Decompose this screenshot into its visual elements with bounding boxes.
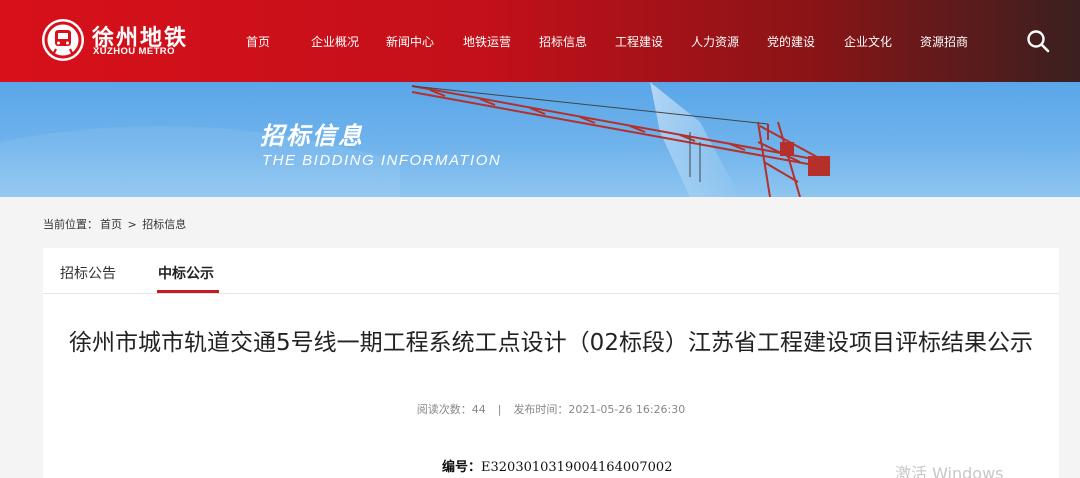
- windows-activation-watermark: 激活 Windows: [895, 464, 1004, 478]
- search-icon[interactable]: [1025, 28, 1051, 54]
- nav-item-construction[interactable]: 工程建设: [615, 33, 663, 50]
- nav-item-party[interactable]: 党的建设: [767, 33, 815, 50]
- main-nav: 首页 企业概况 新闻中心 地铁运营 招标信息 工程建设 人力资源 党的建设 企业…: [0, 0, 1080, 82]
- nav-item-operation[interactable]: 地铁运营: [463, 33, 511, 50]
- project-code-label: 编号：: [442, 460, 482, 475]
- banner-subtitle: THE BIDDING INFORMATION: [262, 152, 502, 169]
- site-header: 徐州地铁 XUZHOU METRO 首页 企业概况 新闻中心 地铁运营 招标信息…: [0, 0, 1080, 82]
- nav-item-resources[interactable]: 资源招商: [920, 33, 968, 50]
- publish-time: 发布时间：2021-05-26 16:26:30: [513, 403, 686, 416]
- nav-item-hr[interactable]: 人力资源: [691, 33, 739, 50]
- nav-item-culture[interactable]: 企业文化: [844, 33, 892, 50]
- nav-item-bidding[interactable]: 招标信息: [539, 33, 587, 50]
- crane-illustration: [0, 82, 831, 197]
- article-title: 徐州市城市轨道交通5号线一期工程系统工点设计（02标段）江苏省工程建设项目评标结…: [69, 330, 1033, 356]
- banner-title: 招标信息: [260, 122, 364, 150]
- nav-item-company[interactable]: 企业概况: [311, 33, 359, 50]
- view-count: 阅读次数：44: [416, 403, 486, 416]
- breadcrumb-home[interactable]: 首页: [100, 218, 122, 231]
- nav-item-home[interactable]: 首页: [246, 33, 270, 50]
- meta-separator: |: [497, 403, 502, 416]
- tab-bid-announcement[interactable]: 招标公告: [60, 263, 116, 283]
- breadcrumb-separator: >: [127, 218, 137, 231]
- breadcrumb-prefix: 当前位置：: [43, 218, 98, 231]
- nav-item-news[interactable]: 新闻中心: [386, 33, 434, 50]
- project-code: 编号：E3203010319004164007002: [442, 456, 672, 475]
- project-code-value: E3203010319004164007002: [481, 460, 673, 475]
- tab-award-notice[interactable]: 中标公示: [158, 263, 214, 283]
- breadcrumb: 当前位置： 首页 > 招标信息: [43, 216, 188, 232]
- breadcrumb-current[interactable]: 招标信息: [142, 218, 186, 231]
- article-meta: 阅读次数：44 | 发布时间：2021-05-26 16:26:30: [43, 401, 1059, 417]
- active-tab-indicator: [157, 290, 219, 293]
- tab-bar: 招标公告 中标公示: [43, 248, 1059, 294]
- page-banner: 招标信息 THE BIDDING INFORMATION: [0, 82, 1080, 197]
- content-card: 招标公告 中标公示 徐州市城市轨道交通5号线一期工程系统工点设计（02标段）江苏…: [43, 248, 1059, 478]
